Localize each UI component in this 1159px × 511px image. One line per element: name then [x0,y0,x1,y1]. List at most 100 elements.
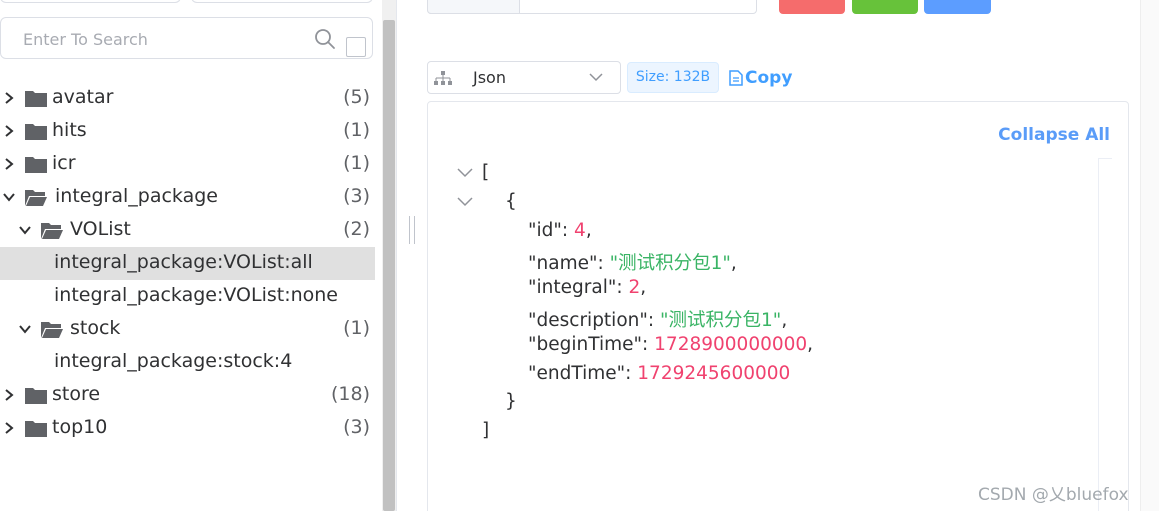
json-line-integral: "integral": 2, [528,277,647,298]
connection-select[interactable] [0,0,181,3]
json-number: 2 [628,277,641,298]
tree-item-label: integral_package:VOList:none [54,284,338,306]
chevron-right-icon[interactable] [2,157,16,171]
tree-folder-avatar[interactable]: avatar (5) [0,82,375,115]
tree-folder-icr[interactable]: icr (1) [0,148,375,181]
folder-icon [25,91,47,107]
chevron-right-icon[interactable] [2,421,16,435]
search-input[interactable] [23,27,293,51]
panel-divider [396,0,397,511]
format-select[interactable]: Json [427,61,621,94]
json-line: { [505,191,517,212]
search-icon[interactable] [314,28,336,50]
json-string: "测试积分包1" [609,253,731,274]
folder-icon [25,124,47,140]
tree-key-stock-4[interactable]: integral_package:stock:4 [0,346,375,379]
tree-item-count: (3) [343,416,370,438]
json-key: "endTime" [528,363,626,384]
json-line: ] [482,420,489,441]
json-line-description: "description": "测试积分包1", [528,310,788,331]
copy-label: Copy [745,68,793,88]
resize-handle[interactable] [409,216,415,244]
copy-button[interactable]: Copy [729,66,792,90]
save-button[interactable] [852,0,918,14]
json-key: "beginTime" [528,334,643,355]
json-line-id: "id": 4, [528,220,592,241]
tree-item-label: top10 [52,416,108,438]
tree-item-count: (1) [343,317,370,339]
chevron-down-icon[interactable] [18,322,32,336]
tree-item-count: (1) [343,119,370,141]
chevron-down-icon[interactable] [2,190,16,204]
json-string: "测试积分包1" [660,310,782,331]
json-scrollbar[interactable] [1098,158,1112,511]
tree-item-label: hits [52,119,87,141]
json-key: "description" [528,310,648,331]
size-badge: Size: 132B [627,62,719,93]
json-key: "integral" [528,277,617,298]
tree-item-label: integral_package [55,185,218,207]
tree-item-label: integral_package:VOList:all [54,251,313,273]
tree-item-count: (3) [343,185,370,207]
tree-folder-volist[interactable]: VOList (2) [0,214,375,247]
watermark: CSDN @乂bluefox [978,485,1129,505]
folder-open-icon [25,190,47,206]
tree-item-count: (5) [343,86,370,108]
exact-match-checkbox[interactable] [346,37,366,57]
chevron-right-icon[interactable] [2,124,16,138]
json-key: "name" [528,253,598,274]
chevron-down-icon [589,73,603,82]
folder-icon [25,157,47,173]
json-close-brace: } [505,391,517,412]
tree-key-volist-none[interactable]: integral_package:VOList:none [0,280,375,313]
json-number: 1728900000000 [654,334,808,355]
folder-open-icon [41,322,63,338]
database-select[interactable] [191,0,373,3]
tree-folder-stock[interactable]: stock (1) [0,313,375,346]
tree-item-label: integral_package:stock:4 [54,350,293,372]
delete-button[interactable] [779,0,845,14]
tree-structure-icon [434,71,452,85]
chevron-right-icon[interactable] [2,388,16,402]
chevron-right-icon[interactable] [2,91,16,105]
json-number: 4 [574,220,586,241]
folder-icon [25,388,47,404]
tree-item-label: VOList [70,218,131,240]
key-tree: avatar (5) hits (1) icr (1) integral_pac… [0,82,375,445]
search-box [0,17,373,59]
tree-item-count: (18) [330,383,370,405]
tree-folder-top10[interactable]: top10 (3) [0,412,375,445]
tree-item-count: (1) [343,152,370,174]
json-open-bracket: [ [482,162,490,183]
right-scrollbar-track[interactable] [1140,0,1159,511]
tree-key-volist-all[interactable]: integral_package:VOList:all [0,247,375,280]
document-icon [729,70,743,86]
tree-item-label: avatar [52,86,114,108]
json-number: 1729245600000 [637,363,791,384]
json-line-endtime: "endTime": 1729245600000 [528,363,791,384]
left-scrollbar-thumb[interactable] [383,20,395,511]
tree-item-label: icr [52,152,76,174]
collapse-all-button[interactable]: Collapse All [998,125,1110,145]
key-type-prefix [427,0,520,14]
json-close-bracket: ] [482,420,490,441]
tree-item-count: (2) [343,218,370,240]
chevron-down-icon[interactable] [18,223,32,237]
json-open-brace: { [505,191,517,212]
tree-folder-integral-package[interactable]: integral_package (3) [0,181,375,214]
fold-toggle-icon[interactable] [456,196,474,208]
fold-toggle-icon[interactable] [456,167,474,179]
tree-item-label: store [52,383,101,405]
folder-open-icon [41,223,63,239]
json-line-begintime: "beginTime": 1728900000000, [528,334,814,355]
json-line: [ [482,162,489,183]
folder-icon [25,421,47,437]
json-line: } [505,391,517,412]
tree-folder-hits[interactable]: hits (1) [0,115,375,148]
json-key: "id" [528,220,562,241]
refresh-button[interactable] [924,0,991,14]
tree-item-label: stock [70,317,121,339]
format-select-value: Json [473,68,506,87]
key-browser-panel: avatar (5) hits (1) icr (1) integral_pac… [0,0,382,511]
tree-folder-store[interactable]: store (18) [0,379,375,412]
